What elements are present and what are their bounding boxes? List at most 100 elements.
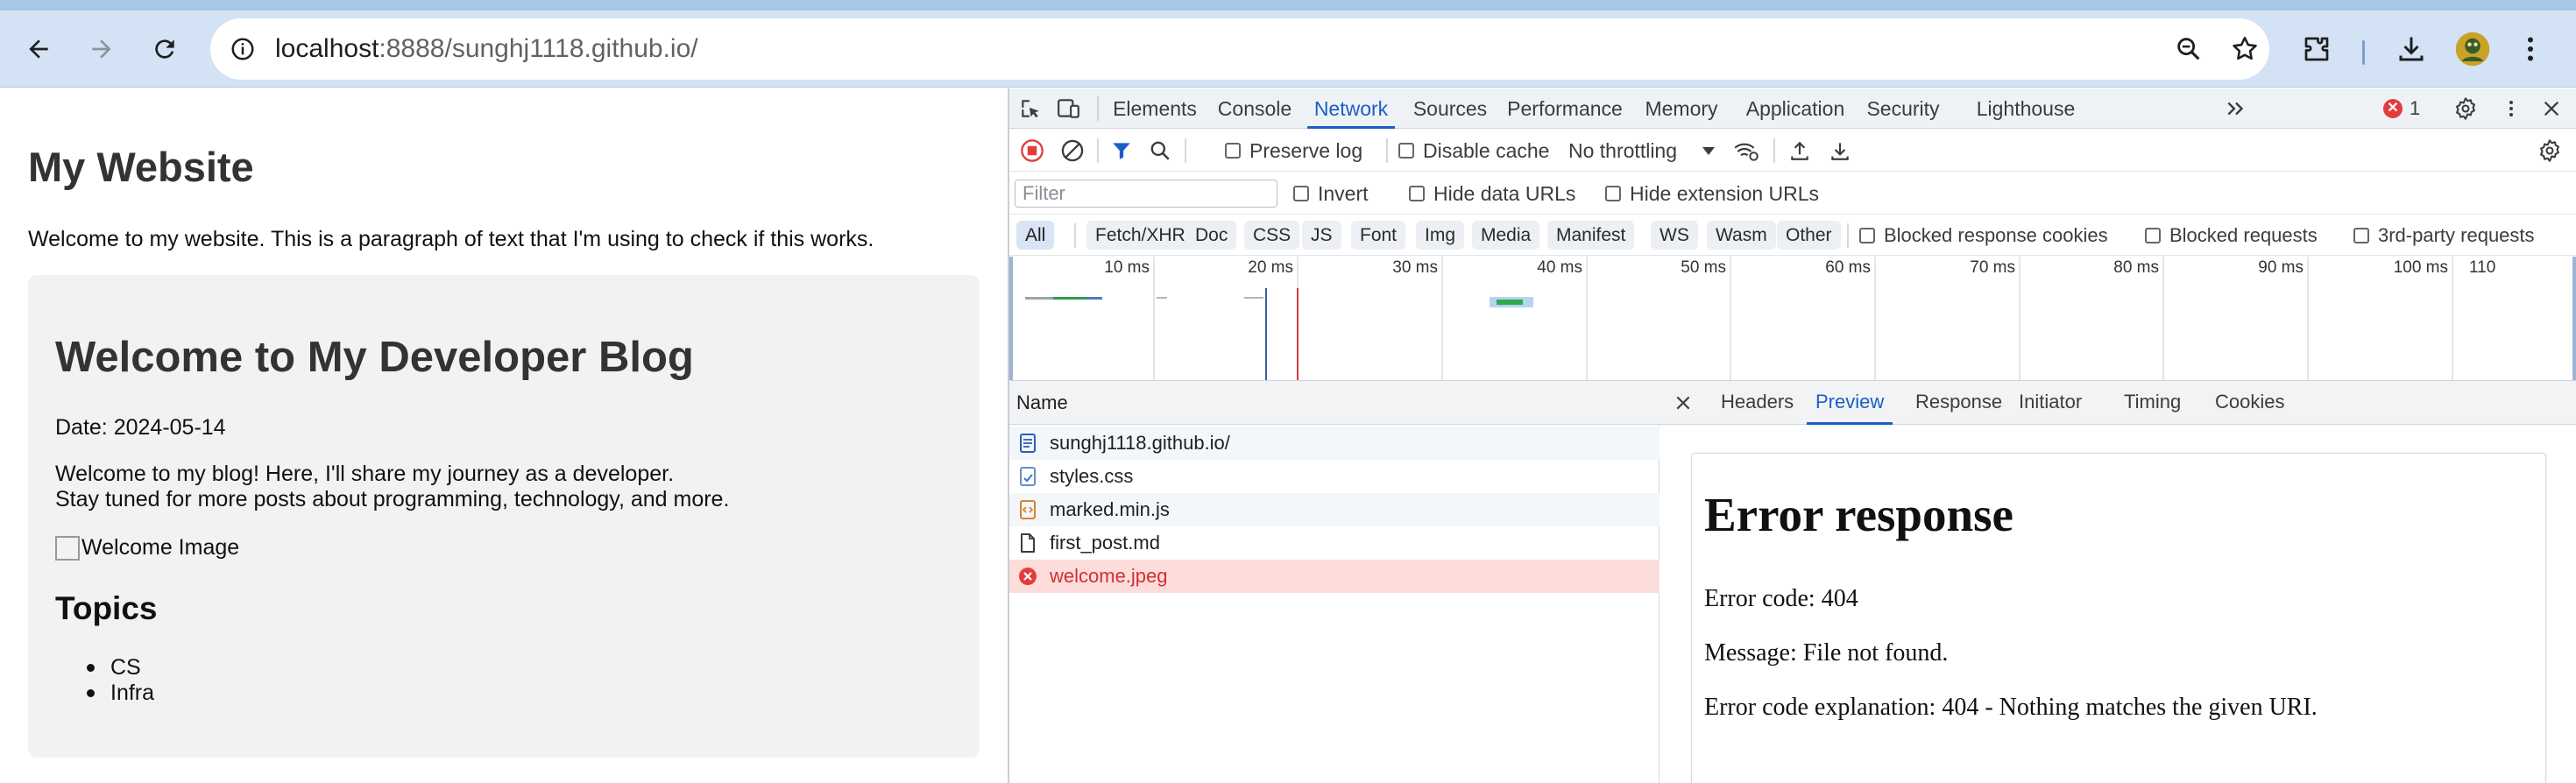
devtools-menu-icon[interactable]: [2501, 96, 2522, 121]
import-har-icon[interactable]: [1787, 138, 1812, 163]
chevron-down-icon: [1702, 147, 1716, 155]
tab-application[interactable]: Application: [1742, 88, 1849, 129]
profile-avatar[interactable]: [2453, 30, 2492, 68]
third-party-requests-checkbox[interactable]: 3rd-party requests: [2353, 215, 2535, 256]
invert-checkbox[interactable]: Invert: [1293, 173, 1369, 215]
url-text[interactable]: localhost:8888/sunghj1118.github.io/: [275, 18, 698, 80]
throttling-select[interactable]: No throttling: [1568, 130, 1716, 172]
detail-tab-response[interactable]: Response: [1915, 381, 2002, 425]
detail-tab-preview[interactable]: Preview: [1807, 381, 1893, 425]
inspect-element-icon[interactable]: [1018, 96, 1043, 121]
timeline-gridline: [2162, 257, 2164, 380]
type-filter-other[interactable]: Other: [1777, 221, 1841, 250]
timeline-gridline: [1874, 257, 1876, 380]
record-stop-icon[interactable]: [1020, 138, 1044, 163]
tab-elements[interactable]: Elements: [1111, 88, 1199, 129]
blocked-requests-checkbox[interactable]: Blocked requests: [2145, 215, 2318, 256]
list-item: CS: [83, 655, 154, 681]
hide-data-urls-checkbox[interactable]: Hide data URLs: [1409, 173, 1575, 215]
tab-memory[interactable]: Memory: [1638, 88, 1724, 129]
type-filter-fetch-xhr[interactable]: Fetch/XHR: [1086, 221, 1194, 250]
table-row[interactable]: styles.css: [1009, 460, 1660, 493]
checkbox[interactable]: [2353, 228, 2369, 243]
checkbox[interactable]: [1859, 228, 1875, 243]
type-filter-doc[interactable]: Doc: [1186, 221, 1237, 250]
type-filter-css[interactable]: CSS: [1244, 221, 1300, 250]
type-filter-img[interactable]: Img: [1416, 221, 1465, 250]
overview-right-handle[interactable]: [2572, 257, 2576, 380]
tab-security[interactable]: Security: [1861, 88, 1945, 129]
blog-title: Welcome to My Developer Blog: [55, 334, 694, 381]
checkbox[interactable]: [1398, 143, 1414, 159]
url-path: :8888/sunghj1118.github.io/: [379, 34, 698, 63]
blocked-requests-label: Blocked requests: [2169, 224, 2318, 246]
type-filter-js[interactable]: JS: [1302, 221, 1341, 250]
table-row[interactable]: welcome.jpeg: [1009, 560, 1660, 593]
name-column-header[interactable]: Name: [1009, 381, 1660, 425]
request-bar: [1497, 300, 1523, 305]
tab-console[interactable]: Console: [1214, 88, 1295, 129]
type-filter-ws[interactable]: WS: [1651, 221, 1698, 250]
checkbox[interactable]: [2145, 228, 2161, 243]
close-devtools-icon[interactable]: [2539, 96, 2564, 121]
checkbox[interactable]: [1293, 186, 1309, 201]
timeline-gridline: [2019, 257, 2020, 380]
tab-sources[interactable]: Sources: [1411, 88, 1490, 129]
type-filter-media[interactable]: Media: [1472, 221, 1540, 250]
extensions-icon[interactable]: [2297, 30, 2336, 68]
tab-network[interactable]: Network: [1307, 88, 1395, 129]
request-detail-panel: Headers Preview Response Initiator Timin…: [1660, 381, 2576, 783]
overview-left-handle[interactable]: [1009, 257, 1013, 380]
tab-lighthouse[interactable]: Lighthouse: [1971, 88, 2080, 129]
back-button[interactable]: [16, 26, 61, 72]
filter-funnel-icon[interactable]: [1109, 138, 1134, 163]
checkbox[interactable]: [1605, 186, 1621, 201]
bookmark-star-icon[interactable]: [2227, 32, 2262, 67]
error-count-badge[interactable]: ✕ 1: [2383, 95, 2420, 123]
zoom-icon[interactable]: [2171, 32, 2206, 67]
tab-performance[interactable]: Performance: [1505, 88, 1624, 129]
type-filter-manifest[interactable]: Manifest: [1547, 221, 1635, 250]
page-intro: Welcome to my website. This is a paragra…: [28, 227, 874, 251]
settings-gear-icon[interactable]: [2453, 96, 2478, 121]
type-filter-all[interactable]: All: [1016, 221, 1055, 250]
table-row[interactable]: first_post.md: [1009, 526, 1660, 560]
forward-button[interactable]: [79, 26, 124, 72]
blog-post-card: Welcome to My Developer Blog Date: 2024-…: [28, 275, 980, 758]
close-detail-icon[interactable]: [1672, 392, 1695, 414]
reload-button[interactable]: [142, 26, 188, 72]
table-row[interactable]: marked.min.js: [1009, 493, 1660, 526]
type-filter-wasm[interactable]: Wasm: [1707, 221, 1776, 250]
detail-tab-initiator[interactable]: Initiator: [2019, 381, 2082, 425]
type-filter-font[interactable]: Font: [1351, 221, 1406, 250]
network-conditions-icon[interactable]: [1733, 138, 1759, 163]
disable-cache-checkbox[interactable]: Disable cache: [1398, 130, 1549, 172]
preserve-log-checkbox[interactable]: Preserve log: [1225, 130, 1362, 172]
site-info-icon[interactable]: [223, 29, 263, 69]
network-filter-bar: Invert Hide data URLs Hide extension URL…: [1009, 173, 2576, 215]
device-toolbar-icon[interactable]: [1057, 96, 1081, 121]
network-settings-gear-icon[interactable]: [2537, 138, 2562, 163]
search-icon[interactable]: [1148, 138, 1172, 163]
topics-list: CS Infra: [83, 655, 154, 706]
detail-tab-cookies[interactable]: Cookies: [2215, 381, 2284, 425]
clear-icon[interactable]: [1060, 138, 1085, 163]
devtools-panel: Elements Console Network Sources Perform…: [1008, 88, 2576, 783]
hide-extension-urls-checkbox[interactable]: Hide extension URLs: [1605, 173, 1819, 215]
detail-tab-headers[interactable]: Headers: [1721, 381, 1794, 425]
export-har-icon[interactable]: [1828, 138, 1852, 163]
checkbox[interactable]: [1409, 186, 1425, 201]
table-row[interactable]: sunghj1118.github.io/: [1009, 427, 1660, 460]
download-icon[interactable]: [2392, 30, 2431, 68]
detail-tab-timing[interactable]: Timing: [2124, 381, 2181, 425]
blocked-response-cookies-checkbox[interactable]: Blocked response cookies: [1859, 215, 2108, 256]
more-menu-icon[interactable]: [2511, 30, 2550, 68]
checkbox[interactable]: [1225, 143, 1241, 159]
address-bar[interactable]: localhost:8888/sunghj1118.github.io/: [210, 18, 2269, 80]
load-event-marker: [1297, 288, 1299, 380]
filter-input[interactable]: [1015, 180, 1277, 208]
more-tabs-chevron-icon[interactable]: [2224, 96, 2248, 121]
window-top-strip: [0, 0, 2576, 11]
blog-paragraph-line-1: Welcome to my blog! Here, I'll share my …: [55, 462, 675, 486]
network-overview-timeline[interactable]: 10 ms 20 ms 30 ms 40 ms 50 ms 60 ms 70 m…: [1009, 257, 2576, 381]
